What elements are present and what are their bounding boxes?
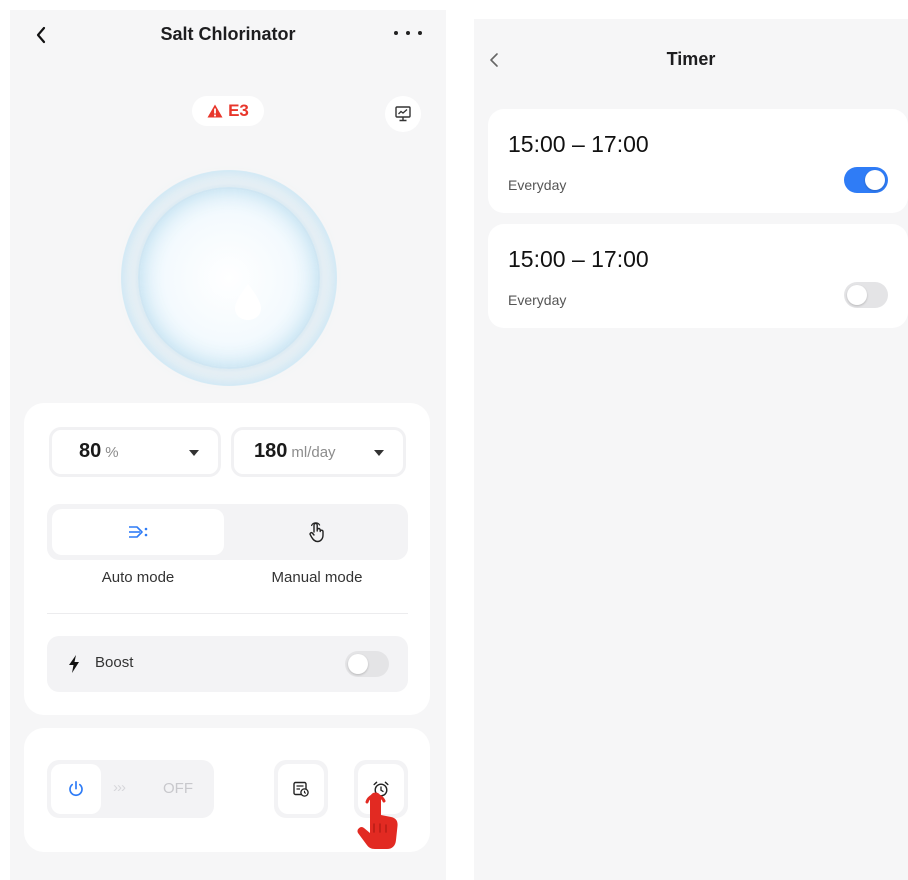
status-dial <box>121 170 337 386</box>
dosage-value: 180 ml/day <box>254 440 336 462</box>
error-code: E3 <box>228 101 249 120</box>
slide-chevrons: ››› <box>113 779 126 796</box>
toggle-knob <box>348 654 368 674</box>
timer-item[interactable]: 15:00 – 17:00 Everyday <box>488 224 908 328</box>
auto-mode-button[interactable] <box>52 509 224 555</box>
more-icon <box>394 31 398 35</box>
chevron-down-icon <box>374 450 384 456</box>
dosage-unit: ml/day <box>291 444 336 461</box>
timer-range: 15:00 – 17:00 <box>508 246 649 272</box>
dial-core <box>138 187 320 369</box>
toggle-knob <box>847 285 867 305</box>
monitor-button[interactable] <box>385 96 421 132</box>
boost-row: Boost <box>47 636 408 692</box>
timer-toggle[interactable] <box>844 167 888 193</box>
power-button[interactable] <box>51 764 101 814</box>
toggle-knob <box>865 170 885 190</box>
controls-card: 80% 180 ml/day Auto mode Manual mode Boos… <box>24 403 430 715</box>
page-title: Salt Chlorinator <box>160 24 296 44</box>
timer-repeat: Everyday <box>508 292 567 308</box>
lightning-icon <box>69 655 79 673</box>
timer-range: 15:00 – 17:00 <box>508 131 649 157</box>
boost-toggle[interactable] <box>345 651 389 677</box>
schedule-button-face <box>278 764 324 814</box>
monitor-chart-icon <box>395 106 411 122</box>
warning-icon <box>207 104 223 118</box>
mode-switch <box>47 504 408 560</box>
timer-item[interactable]: 15:00 – 17:00 Everyday <box>488 109 908 213</box>
top-bar: Salt Chlorinator <box>10 10 446 60</box>
error-badge[interactable]: E3 <box>192 96 264 126</box>
chlorine-output-select[interactable]: 80% <box>49 427 221 477</box>
touch-hand-icon <box>309 522 324 543</box>
power-icon <box>69 780 83 797</box>
water-drop-icon <box>235 284 261 320</box>
chlorinator-screen: Salt Chlorinator E3 80% 180 ml/day Auto … <box>10 10 446 880</box>
boost-label: Boost <box>95 654 134 671</box>
timer-screen: Timer 15:00 – 17:00 Everyday 15:00 – 17:… <box>474 19 908 880</box>
flow-icon <box>129 526 148 538</box>
dosage-select[interactable]: 180 ml/day <box>231 427 406 477</box>
timer-toggle[interactable] <box>844 282 888 308</box>
pointing-hand-icon <box>357 792 398 849</box>
timer-repeat: Everyday <box>508 177 567 193</box>
chlorine-output-value: 80% <box>79 440 119 462</box>
divider <box>47 613 408 614</box>
auto-mode-label: Auto mode <box>101 569 175 586</box>
power-state: OFF <box>163 780 193 797</box>
power-slider[interactable]: ››› OFF <box>47 760 214 818</box>
manual-mode-label: Manual mode <box>271 569 363 586</box>
page-title: Timer <box>666 49 716 69</box>
chlorine-output-unit: % <box>105 444 119 461</box>
schedule-icon <box>293 781 309 797</box>
schedule-button[interactable] <box>274 760 328 818</box>
manual-mode-button[interactable] <box>231 509 403 555</box>
chevron-down-icon <box>189 450 199 456</box>
more-button[interactable] <box>394 28 422 38</box>
